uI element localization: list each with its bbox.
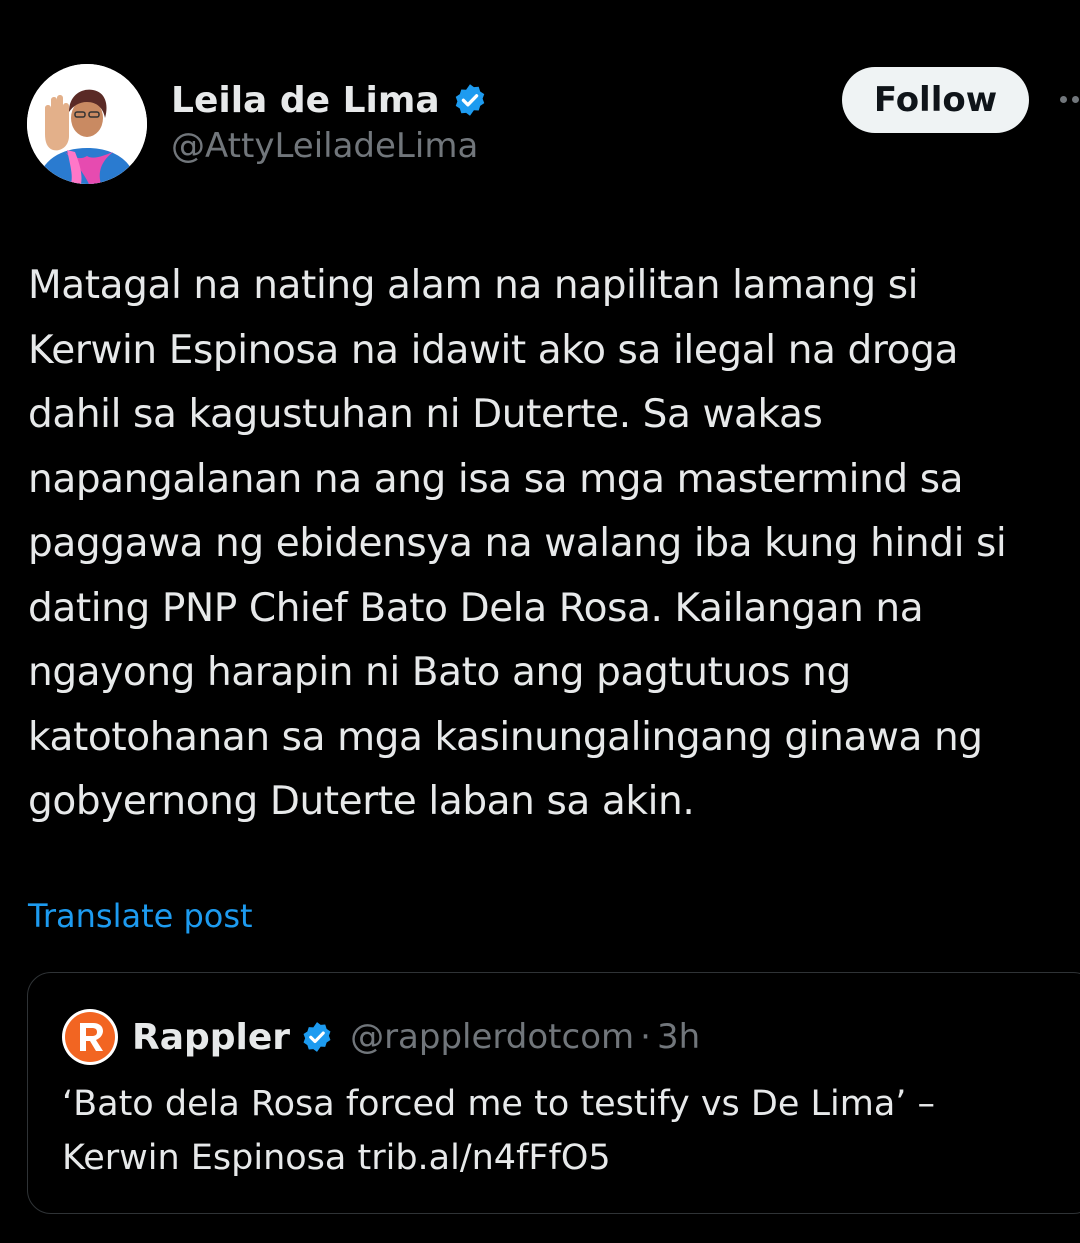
quoted-text-line: ‘Bato dela Rosa forced me to testify vs … — [62, 1084, 936, 1124]
post-text-line: napangalanan na ang isa sa mga mastermin… — [28, 456, 964, 502]
quoted-author-handle[interactable]: @rapplerdotcom — [350, 1017, 634, 1057]
quoted-post-text: ‘Bato dela Rosa forced me to testify vs … — [62, 1077, 1062, 1185]
verified-badge-icon — [452, 82, 488, 118]
translate-post-link[interactable]: Translate post — [28, 897, 253, 935]
post-text-line: dahil sa kagustuhan ni Duterte. Sa wakas — [28, 392, 823, 437]
quoted-text-line: Kerwin Espinosa trib.al/n4fFfO5 — [62, 1138, 611, 1178]
post-text-line: Matagal na nating alam na napilitan lama… — [28, 263, 919, 308]
more-horizontal-icon[interactable] — [1056, 92, 1080, 108]
quoted-post-card[interactable]: Rappler @rapplerdotcom · 3h ‘Bato dela R… — [27, 972, 1080, 1214]
author-handle[interactable]: @AttyLeiladeLima — [171, 126, 478, 166]
post-text-line: dating PNP Chief Bato Dela Rosa. Kailang… — [28, 585, 924, 631]
post-text: Matagal na nating alam na napilitan lama… — [28, 254, 1068, 835]
author-name-row: Leila de Lima — [171, 76, 488, 124]
follow-button[interactable]: Follow — [842, 67, 1029, 133]
separator-dot: · — [640, 1017, 651, 1057]
post-text-line: ngayong harapin ni Bato ang pagtutuos ng — [28, 650, 851, 695]
rappler-logo-icon[interactable] — [62, 1009, 118, 1065]
verified-badge-icon — [300, 1020, 334, 1054]
author-avatar[interactable] — [27, 64, 147, 184]
post-text-line: Kerwin Espinosa na idawit ako sa ilegal … — [28, 327, 958, 373]
post-text-line: katotohanan sa mga kasinungalingang gina… — [28, 714, 983, 760]
post-text-line: paggawa ng ebidensya na walang iba kung … — [28, 521, 1007, 566]
quoted-post-timestamp[interactable]: 3h — [657, 1017, 700, 1057]
quoted-author-name[interactable]: Rappler — [132, 1017, 290, 1058]
post-text-line: gobyernong Duterte laban sa akin. — [28, 779, 695, 824]
quoted-post-header: Rappler @rapplerdotcom · 3h — [62, 1007, 700, 1067]
author-display-name[interactable]: Leila de Lima — [171, 80, 440, 121]
